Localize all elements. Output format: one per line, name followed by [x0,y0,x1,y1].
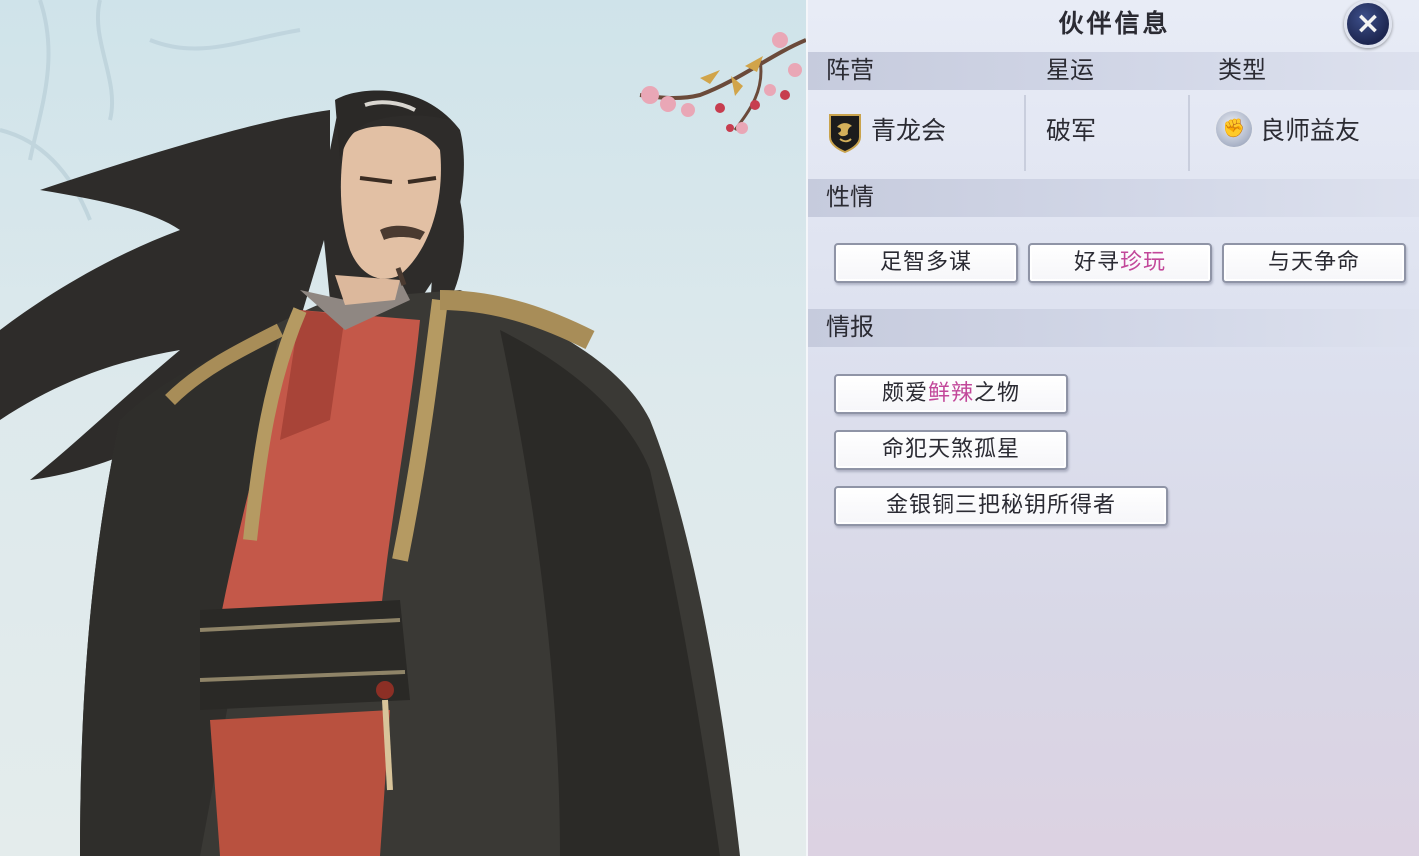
faction-header: 阵营 [826,56,874,84]
dragon-shield-icon [829,114,861,153]
column-divider [1188,95,1190,171]
fate-header: 星运 [1046,56,1094,84]
fate-value: 破军 [1046,116,1097,145]
intel-tag[interactable]: 金银铜三把秘钥所得者 [834,486,1168,526]
panel-title: 伙伴信息 [1058,9,1171,38]
trait-tag[interactable]: 好寻珍玩 [1028,243,1212,283]
personality-band: 性情 [808,179,1419,217]
personality-label: 性情 [826,183,874,211]
fist-icon: ✊ [1216,111,1252,147]
trait-tag[interactable]: 与天争命 [1222,243,1406,283]
type-header: 类型 [1218,56,1266,84]
intel-tag[interactable]: 颇爱鲜辣之物 [834,374,1068,414]
intel-band: 情报 [808,309,1419,347]
character-portrait [0,0,806,856]
intel-tag[interactable]: 命犯天煞孤星 [834,430,1068,470]
attribute-header-band: 阵营 星运 类型 [808,52,1419,90]
character-illustration [0,0,806,856]
plum-blossom-branch [639,32,806,134]
companion-info-panel: 伙伴信息 × 阵营 星运 类型 青龙会 破军 ✊ 良师益友 性情 足智多谋 好寻… [806,0,1419,856]
close-icon: × [1355,6,1381,41]
intel-label: 情报 [826,313,874,341]
column-divider [1024,95,1026,171]
type-value: 良师益友 [1260,116,1361,145]
trait-tag[interactable]: 足智多谋 [834,243,1018,283]
close-button[interactable]: × [1344,0,1392,48]
faction-value: 青龙会 [871,116,947,145]
